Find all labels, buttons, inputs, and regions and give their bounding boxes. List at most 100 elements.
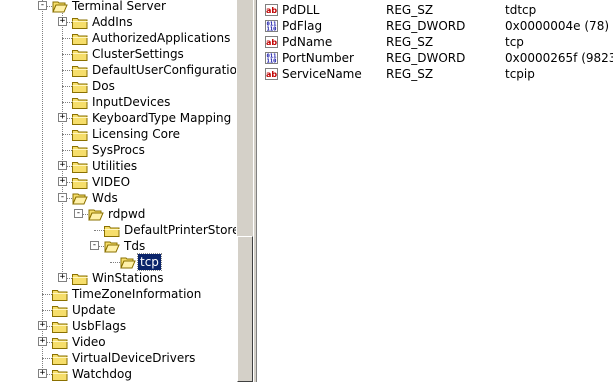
pane-splitter[interactable] bbox=[253, 0, 257, 382]
tree-node-video[interactable]: + Video bbox=[0, 334, 236, 350]
tree-node-virtualdevicedrivers[interactable]: VirtualDeviceDrivers bbox=[0, 350, 236, 366]
tree-connector-line bbox=[62, 134, 72, 135]
value-type: REG_DWORD bbox=[386, 19, 466, 33]
folder-icon bbox=[52, 288, 68, 301]
tree-node-label: tcp bbox=[137, 253, 162, 271]
open-folder-icon bbox=[88, 208, 104, 221]
folder-icon bbox=[72, 48, 88, 61]
folder-icon bbox=[52, 320, 68, 333]
value-type: REG_SZ bbox=[386, 3, 434, 17]
registry-key-tree[interactable]: - Terminal Server + AddIns AuthorizedApplica… bbox=[0, 0, 236, 382]
tree-node-label: DefaultUserConfiguration bbox=[92, 63, 236, 77]
expand-node-icon[interactable]: + bbox=[58, 177, 67, 186]
tree-node-label: SysProcs bbox=[92, 143, 145, 157]
tree-connector-line bbox=[94, 230, 104, 231]
collapse-node-icon[interactable]: - bbox=[74, 209, 83, 218]
tree-node-winstations[interactable]: + WinStations bbox=[0, 270, 236, 286]
tree-node-tds[interactable]: - Tds bbox=[0, 238, 236, 254]
tree-node-label: Watchdog bbox=[72, 367, 132, 381]
tree-node-label: Tds bbox=[124, 239, 146, 253]
tree-connector-line bbox=[62, 150, 72, 151]
folder-icon bbox=[52, 304, 68, 317]
string-value-icon: ab bbox=[265, 4, 278, 16]
tree-node-label: ClusterSettings bbox=[92, 47, 184, 61]
tree-node-label: rdpwd bbox=[108, 207, 146, 221]
expand-node-icon[interactable]: + bbox=[38, 321, 47, 330]
value-data: tcp bbox=[505, 35, 524, 49]
tree-node-authorizedapplications[interactable]: AuthorizedApplications bbox=[0, 30, 236, 46]
open-folder-icon bbox=[120, 256, 136, 269]
collapse-node-icon[interactable]: - bbox=[58, 193, 67, 202]
value-row[interactable]: 011 110 PdFlag REG_DWORD 0x0000004e (78) bbox=[260, 18, 613, 34]
string-value-icon: ab bbox=[265, 68, 278, 80]
open-folder-icon bbox=[104, 240, 120, 253]
folder-icon bbox=[72, 160, 88, 173]
expand-node-icon[interactable]: + bbox=[58, 17, 67, 26]
expand-node-icon[interactable]: + bbox=[38, 369, 47, 378]
svg-text:ab: ab bbox=[266, 38, 277, 47]
svg-text:110: 110 bbox=[267, 27, 277, 33]
tree-node-label: Licensing Core bbox=[92, 127, 181, 141]
tree-node-defaultuserconfiguration[interactable]: DefaultUserConfiguration bbox=[0, 62, 236, 78]
tree-node-label: Utilities bbox=[92, 159, 138, 173]
tree-connector-line bbox=[62, 70, 72, 71]
tree-node-label: VirtualDeviceDrivers bbox=[72, 351, 196, 365]
tree-node-utilities[interactable]: + Utilities bbox=[0, 158, 236, 174]
tree-node-watchdog[interactable]: + Watchdog bbox=[0, 366, 236, 382]
tree-connector-line bbox=[110, 262, 120, 263]
tree-connector-line bbox=[62, 102, 72, 103]
tree-node-usbflags[interactable]: + UsbFlags bbox=[0, 318, 236, 334]
value-row[interactable]: 011 110 PortNumber REG_DWORD 0x0000265f (982… bbox=[260, 50, 613, 66]
tree-node-label: DefaultPrinterStore bbox=[124, 223, 236, 237]
tree-node-tcp[interactable]: tcp bbox=[0, 253, 236, 271]
tree-node-timezoneinformation[interactable]: TimeZoneInformation bbox=[0, 286, 236, 302]
tree-node-label: KeyboardType Mapping bbox=[92, 111, 232, 125]
tree-node-dos[interactable]: Dos bbox=[0, 78, 236, 94]
tree-vertical-scrollbar[interactable] bbox=[236, 0, 253, 382]
value-data: 0x0000265f (9823) bbox=[505, 51, 613, 65]
tree-connector-line bbox=[62, 38, 72, 39]
tree-node-rdpwd[interactable]: - rdpwd bbox=[0, 206, 236, 222]
tree-node-label: WinStations bbox=[92, 271, 164, 285]
folder-icon bbox=[52, 352, 68, 365]
tree-node-addins[interactable]: + AddIns bbox=[0, 14, 236, 30]
open-folder-icon bbox=[52, 0, 68, 13]
tree-scrollbar-thumb[interactable] bbox=[237, 236, 253, 382]
tree-node-video[interactable]: + VIDEO bbox=[0, 174, 236, 190]
tree-node-sysprocs[interactable]: SysProcs bbox=[0, 142, 236, 158]
expand-node-icon[interactable]: + bbox=[58, 161, 67, 170]
expand-node-icon[interactable]: + bbox=[58, 273, 67, 282]
value-name: PdFlag bbox=[282, 19, 323, 33]
folder-icon bbox=[52, 336, 68, 349]
expand-node-icon[interactable]: + bbox=[58, 113, 67, 122]
tree-node-label: UsbFlags bbox=[72, 319, 127, 333]
collapse-node-icon[interactable]: - bbox=[38, 1, 47, 10]
svg-text:ab: ab bbox=[266, 6, 277, 15]
tree-node-clustersettings[interactable]: ClusterSettings bbox=[0, 46, 236, 62]
tree-node-terminal-server[interactable]: - Terminal Server bbox=[0, 0, 236, 14]
folder-icon bbox=[72, 112, 88, 125]
tree-node-update[interactable]: Update bbox=[0, 302, 236, 318]
folder-icon bbox=[72, 96, 88, 109]
tree-node-defaultprinterstore[interactable]: DefaultPrinterStore bbox=[0, 222, 236, 238]
folder-icon bbox=[72, 272, 88, 285]
tree-node-label: AuthorizedApplications bbox=[92, 31, 231, 45]
value-row[interactable]: ab PdName REG_SZ tcp bbox=[260, 34, 613, 50]
tree-node-inputdevices[interactable]: InputDevices bbox=[0, 94, 236, 110]
open-folder-icon bbox=[72, 192, 88, 205]
value-row[interactable]: ab PdDLL REG_SZ tdtcp bbox=[260, 2, 613, 18]
collapse-node-icon[interactable]: - bbox=[90, 241, 99, 250]
tree-node-wds[interactable]: - Wds bbox=[0, 190, 236, 206]
expand-node-icon[interactable]: + bbox=[38, 337, 47, 346]
tree-node-licensing-core[interactable]: Licensing Core bbox=[0, 126, 236, 142]
value-type: REG_SZ bbox=[386, 67, 434, 81]
tree-node-label: TimeZoneInformation bbox=[72, 287, 202, 301]
tree-node-label: AddIns bbox=[92, 15, 133, 29]
tree-node-keyboardtype-mapping[interactable]: + KeyboardType Mapping bbox=[0, 110, 236, 126]
tree-connector-line bbox=[42, 358, 52, 359]
value-row[interactable]: ab ServiceName REG_SZ tcpip bbox=[260, 66, 613, 82]
string-value-icon: ab bbox=[265, 36, 278, 48]
binary-value-icon: 011 110 bbox=[265, 52, 278, 65]
tree-connector-line bbox=[62, 86, 72, 87]
folder-icon bbox=[72, 176, 88, 189]
